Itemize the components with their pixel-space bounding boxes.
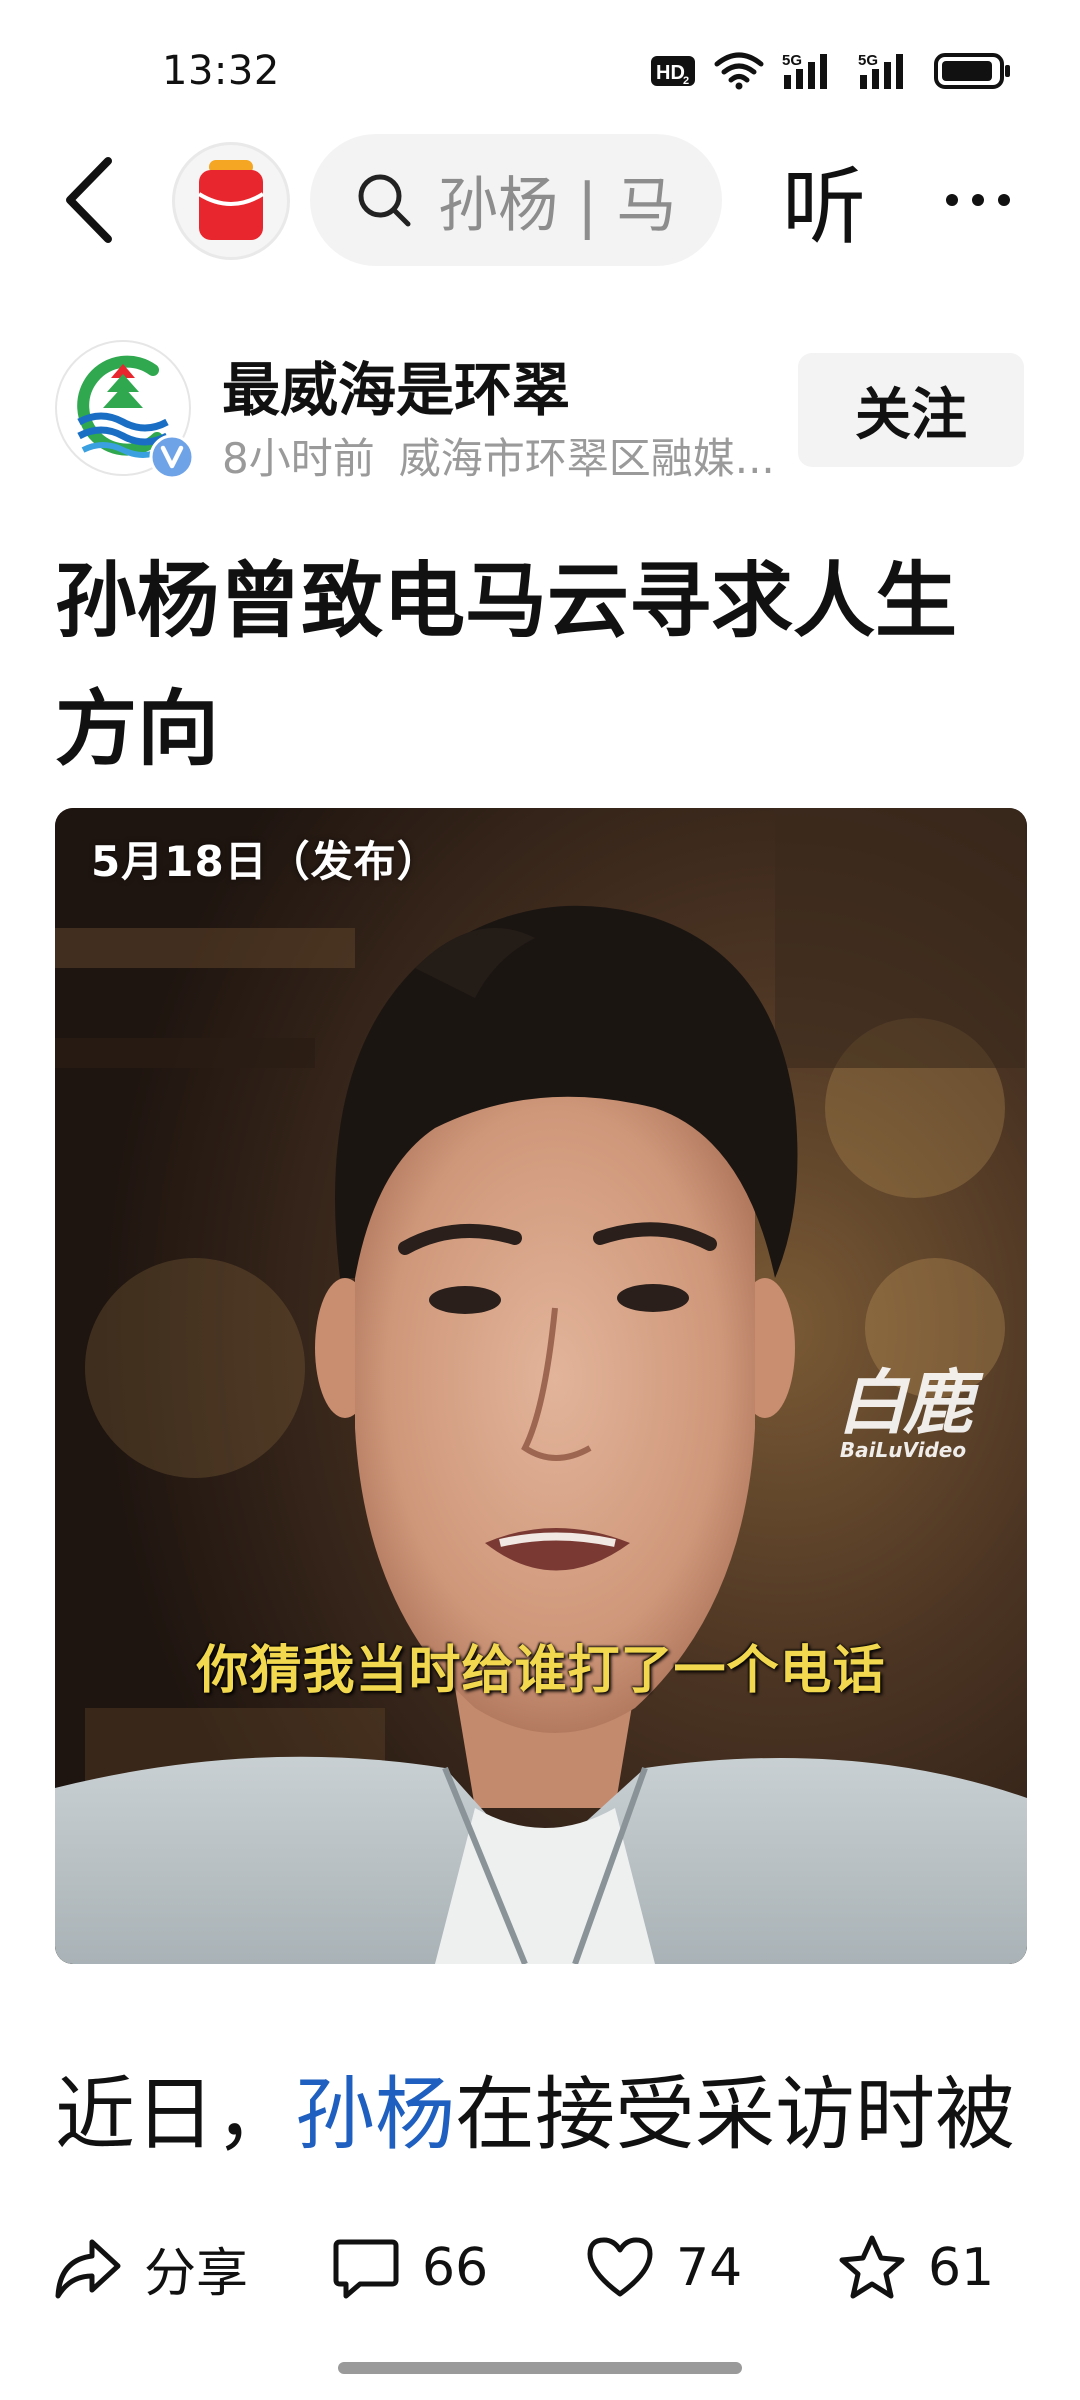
action-bar: 分享 66 74 61: [0, 2218, 1080, 2318]
article-title: 孙杨曾致电马云寻求人生方向: [55, 554, 958, 777]
5g-signal-icon: 5G: [782, 51, 840, 91]
body-prefix: 近日，: [55, 2068, 295, 2161]
wifi-icon: [714, 52, 764, 90]
share-button[interactable]: 分享: [52, 2218, 248, 2318]
5g-signal-icon: 5G: [858, 51, 916, 91]
more-dot-icon: [972, 194, 984, 206]
more-options-button[interactable]: [928, 160, 1028, 240]
author-meta: 8小时前 威海市环翠区融媒...: [222, 425, 782, 486]
svg-text:5G: 5G: [858, 52, 878, 69]
image-watermark: 白鹿 BaiLuVideo: [837, 1362, 973, 1462]
status-time: 13:32: [162, 48, 280, 94]
article-body-first-line: 近日，孙杨在接受采访时被: [55, 2050, 1015, 2166]
svg-text:5G: 5G: [782, 52, 802, 69]
battery-icon: [934, 52, 1012, 90]
comment-count: 66: [422, 2238, 489, 2298]
share-label: 分享: [144, 2243, 249, 2304]
listen-button[interactable]: 听: [782, 140, 866, 260]
author-avatar[interactable]: [55, 340, 195, 480]
image-subtitle-caption: 你猜我当时给谁打了一个电话: [196, 1641, 886, 1701]
body-keyword-link[interactable]: 孙杨: [295, 2068, 455, 2161]
home-gesture-bar[interactable]: [338, 2362, 742, 2374]
favorite-button[interactable]: 61: [836, 2218, 994, 2318]
post-time: 8小时前: [222, 434, 375, 483]
status-bar: 13:32 HD 2 5G 5G: [0, 0, 1080, 130]
image-date-caption: 5月18日（发布）: [91, 837, 440, 886]
top-navigation: 孙杨 | 马 听: [0, 130, 1080, 270]
comment-button[interactable]: 66: [330, 2218, 488, 2318]
like-count: 74: [676, 2238, 743, 2298]
search-icon: [358, 174, 411, 227]
like-button[interactable]: 74: [584, 2218, 742, 2318]
verified-badge-icon: [149, 434, 195, 480]
share-icon: [55, 2239, 121, 2299]
follow-button[interactable]: 关注: [798, 353, 1024, 467]
watermark-cn: 白鹿: [837, 1362, 973, 1444]
star-icon: [839, 2235, 905, 2299]
search-box[interactable]: 孙杨 | 马: [310, 134, 722, 266]
more-dot-icon: [998, 194, 1010, 206]
more-dot-icon: [946, 194, 958, 206]
author-row: 最威海是环翠 8小时前 威海市环翠区融媒... 关注: [0, 335, 1080, 485]
comment-icon: [333, 2239, 399, 2299]
heart-icon: [587, 2237, 653, 2297]
back-arrow-icon: [66, 157, 112, 243]
red-envelope-icon: [197, 160, 265, 240]
svg-text:2: 2: [683, 75, 689, 87]
article-image[interactable]: 5月18日（发布） 白鹿 BaiLuVideo 你猜我当时给谁打了一个电话: [55, 808, 1027, 1964]
body-suffix: 在接受采访时被: [455, 2068, 1015, 2161]
back-button[interactable]: [48, 150, 128, 250]
search-query-text: 孙杨 | 马: [438, 170, 677, 241]
hd-voice-icon: HD 2: [650, 54, 696, 88]
author-name[interactable]: 最威海是环翠: [222, 343, 570, 427]
watermark-en: BaiLuVideo: [839, 1438, 967, 1462]
post-source: 威海市环翠区融媒...: [398, 434, 775, 483]
favorite-count: 61: [928, 2238, 995, 2298]
status-icons: HD 2 5G 5G: [650, 50, 1012, 92]
svg-text:HD: HD: [656, 62, 685, 84]
article-page: 13:32 HD 2 5G 5G 孙杨 | 马 听 最威海是环翠 8小时前 威海…: [0, 0, 1080, 2400]
red-packet-button[interactable]: [172, 142, 290, 260]
